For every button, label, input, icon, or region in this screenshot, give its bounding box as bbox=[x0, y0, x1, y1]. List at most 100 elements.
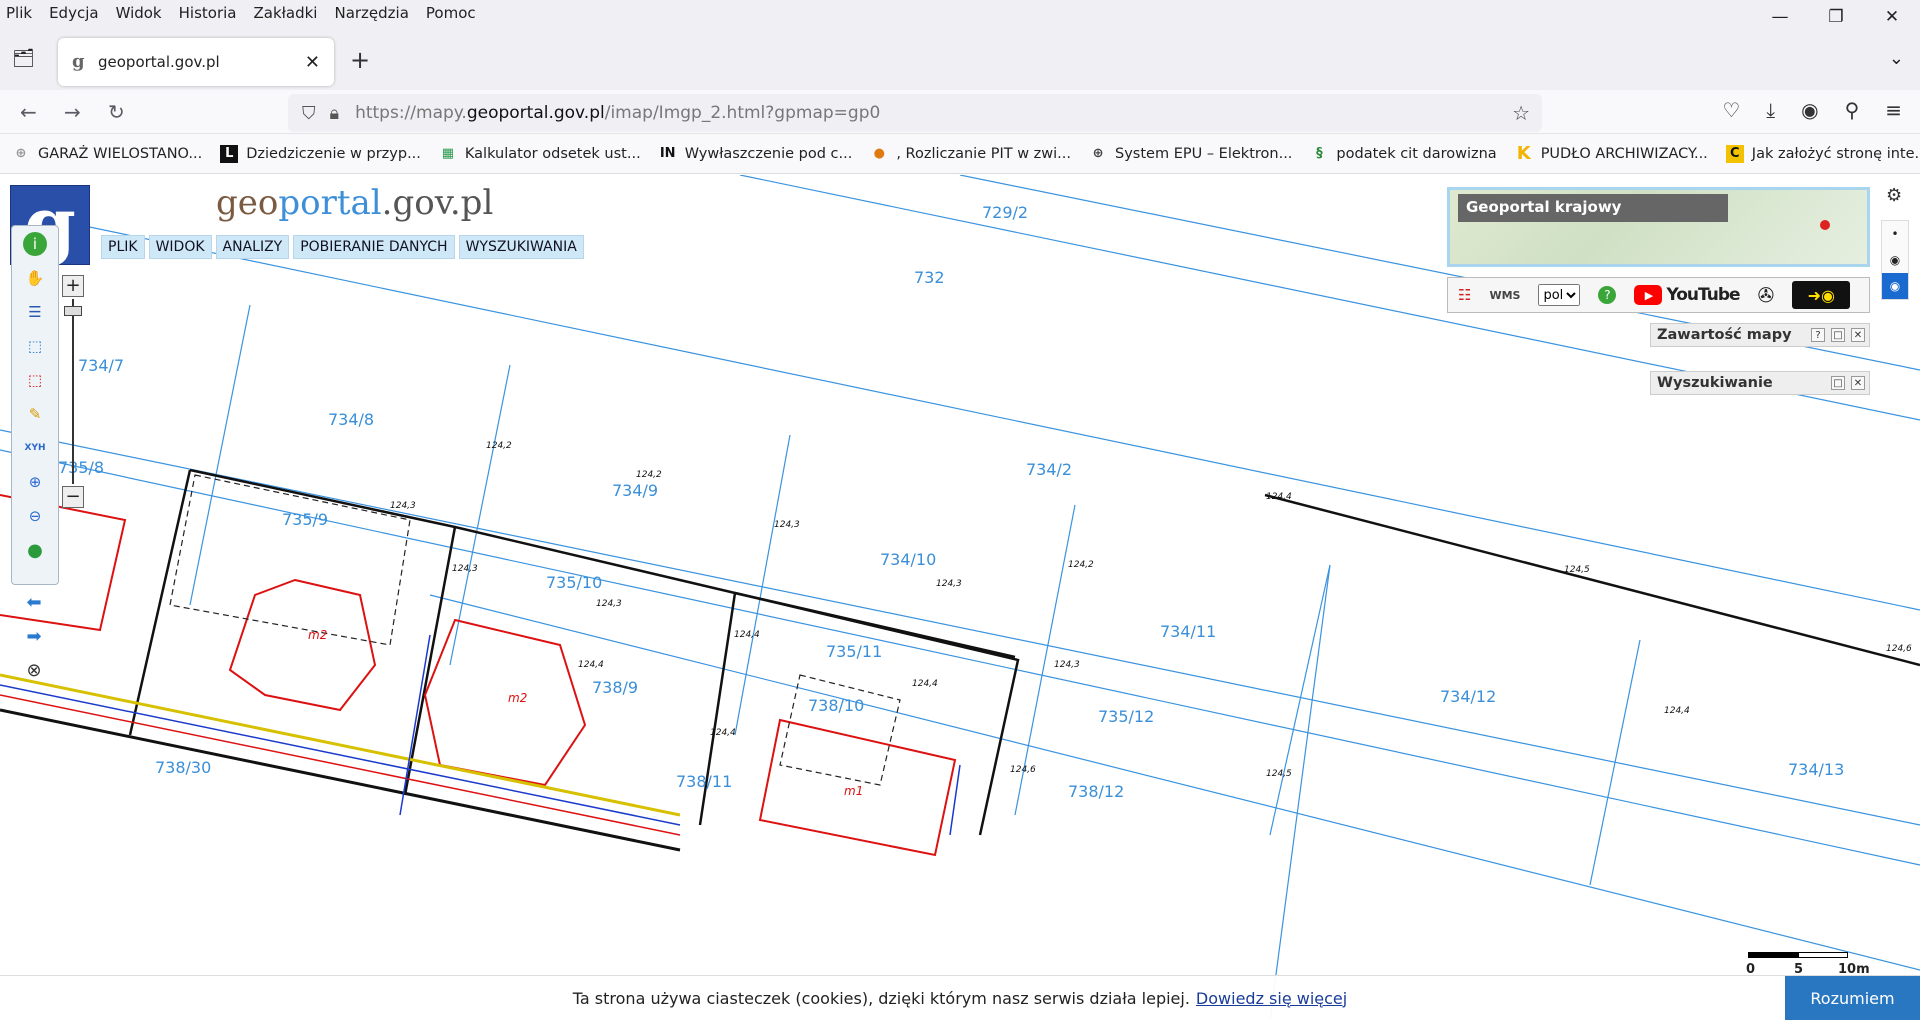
youtube-link[interactable]: ▶ YouTube bbox=[1634, 285, 1741, 305]
language-select[interactable]: pol bbox=[1538, 284, 1581, 306]
map-contents-panel[interactable]: Zawartość mapy ? □ ✕ bbox=[1650, 323, 1870, 347]
property-boundaries bbox=[128, 468, 1920, 836]
close-tab-icon[interactable]: ✕ bbox=[305, 52, 320, 73]
scale-segment bbox=[1748, 952, 1798, 958]
select-object-icon[interactable]: ⬚ bbox=[23, 368, 47, 392]
back-icon[interactable]: ← bbox=[20, 100, 37, 124]
menu-edit[interactable]: Edycja bbox=[49, 4, 98, 22]
close-icon[interactable]: ✕ bbox=[1851, 376, 1865, 390]
wms-icon[interactable]: WMS bbox=[1489, 289, 1520, 302]
info-icon[interactable]: i bbox=[23, 232, 47, 256]
bookmark-item[interactable]: ▦ Kalkulator odsetek ust... bbox=[439, 145, 641, 163]
parcel-label: 735/11 bbox=[826, 642, 882, 661]
forward-icon[interactable]: → bbox=[64, 100, 81, 124]
youtube-label: YouTube bbox=[1666, 285, 1740, 305]
legend-list-icon[interactable]: ☰ bbox=[23, 300, 47, 324]
zoom-out-icon[interactable]: ⊖ bbox=[23, 504, 47, 528]
bookmark-item[interactable]: K PUDŁO ARCHIWIZACY... bbox=[1515, 143, 1708, 164]
globe-full-extent-icon[interactable]: ● bbox=[23, 538, 47, 562]
zoom-slider[interactable]: + − bbox=[62, 275, 86, 510]
lock-icon[interactable]: 🔒︎ bbox=[330, 103, 340, 124]
app-menu: PLIK WIDOK ANALIZY POBIERANIE DANYCH WYS… bbox=[101, 235, 584, 259]
cookie-accept-button[interactable]: Rozumiem bbox=[1785, 976, 1920, 1020]
maximize-icon[interactable]: □ bbox=[1831, 328, 1845, 342]
menu-file[interactable]: Plik bbox=[6, 4, 32, 22]
chevron-down-icon[interactable]: ⌄ bbox=[1889, 48, 1904, 69]
parcel-label: 732 bbox=[914, 268, 945, 287]
cookie-learn-more-link[interactable]: Dowiedz się więcej bbox=[1196, 989, 1347, 1008]
bookmark-item[interactable]: C Jak założyć stronę inte... bbox=[1725, 144, 1920, 163]
panel-title: Zawartość mapy bbox=[1657, 327, 1792, 343]
cookie-text: Ta strona używa ciasteczek (cookies), dz… bbox=[572, 988, 1190, 1008]
accessibility-icon[interactable]: ✇ bbox=[1758, 283, 1775, 307]
app-menu-plik[interactable]: PLIK bbox=[101, 235, 145, 259]
zoom-knob[interactable] bbox=[64, 306, 82, 316]
clear-icon[interactable]: ⊗ bbox=[22, 658, 46, 682]
select-area-icon[interactable]: ⬚ bbox=[23, 334, 47, 358]
zoom-plus-button[interactable]: + bbox=[62, 275, 84, 297]
download-icon[interactable]: ⤓ bbox=[1766, 98, 1775, 122]
bookmark-label: , Rozliczanie PIT w zwi... bbox=[896, 145, 1072, 162]
menu-tools[interactable]: Narzędzia bbox=[334, 4, 408, 22]
elevation-label: 124,2 bbox=[636, 470, 662, 480]
bookmark-item[interactable]: ⊕ System EPU – Elektron... bbox=[1089, 145, 1293, 163]
account-icon[interactable]: ◉ bbox=[1801, 98, 1818, 122]
pencil-icon[interactable]: ✎ bbox=[23, 402, 47, 426]
bookmark-item[interactable]: § podatek cit darowizna bbox=[1310, 145, 1497, 163]
parcel-label: 734/8 bbox=[328, 410, 374, 429]
list-icon[interactable]: ☷ bbox=[1458, 286, 1471, 304]
gear-icon[interactable]: ⚙ bbox=[1886, 185, 1902, 206]
extensions-icon[interactable]: ⚲ bbox=[1845, 98, 1860, 122]
new-tab-icon[interactable]: + bbox=[350, 46, 370, 74]
zoom-in-icon[interactable]: ⊕ bbox=[23, 470, 47, 494]
reload-icon[interactable]: ↻ bbox=[108, 100, 125, 124]
menu-help[interactable]: Pomoc bbox=[426, 4, 476, 22]
tab-list-icon[interactable]: 🗂 bbox=[12, 48, 38, 70]
xyh-coordinates-icon[interactable]: XYH bbox=[23, 436, 47, 460]
url-text[interactable]: https://mapy.geoportal.gov.pl/imap/Imgp_… bbox=[355, 103, 880, 123]
next-view-icon[interactable]: ➡ bbox=[22, 624, 46, 648]
eye-icon[interactable]: ◉ bbox=[1882, 273, 1908, 299]
overview-minimap[interactable]: Geoportal krajowy bbox=[1447, 187, 1870, 267]
app-menu-pobieranie-danych[interactable]: POBIERANIE DANYCH bbox=[293, 235, 455, 259]
close-icon[interactable]: ✕ bbox=[1851, 328, 1865, 342]
help-icon[interactable]: ? bbox=[1811, 328, 1825, 342]
zoom-minus-button[interactable]: − bbox=[62, 486, 84, 508]
calculator-icon: ▦ bbox=[441, 146, 455, 161]
high-contrast-eye-icon[interactable]: ➜◉ bbox=[1792, 281, 1851, 309]
pocket-icon[interactable]: ♡ bbox=[1722, 98, 1740, 122]
url-bar[interactable]: ⛉ 🔒︎ https://mapy.geoportal.gov.pl/imap/… bbox=[288, 94, 1542, 132]
building-labels: m2 m2 m1 bbox=[308, 628, 863, 798]
bookmark-star-icon[interactable]: ☆ bbox=[1512, 101, 1530, 125]
menu-view[interactable]: Widok bbox=[116, 4, 162, 22]
search-panel[interactable]: Wyszukiwanie □ ✕ bbox=[1650, 371, 1870, 395]
bookmark-item[interactable]: ● , Rozliczanie PIT w zwi... bbox=[870, 145, 1071, 163]
nav-toolbar-right: ♡ ⤓ ◉ ⚲ ≡ bbox=[1722, 98, 1902, 122]
bookmarks-toolbar: ⊕ GARAŻ WIELOSTANO... L Dziedziczenie w pr… bbox=[0, 134, 1920, 174]
eye-small-icon[interactable]: ◉ bbox=[1882, 247, 1908, 273]
top-right-iconbar: ☷ WMS pol ? ▶ YouTube ✇ ➜◉ bbox=[1447, 277, 1870, 313]
pan-hand-icon[interactable]: ✋ bbox=[23, 266, 47, 290]
menu-bookmarks[interactable]: Zakładki bbox=[253, 4, 317, 22]
hamburger-menu-icon[interactable]: ≡ bbox=[1885, 98, 1902, 122]
tab-geoportal[interactable]: g geoportal.gov.pl ✕ bbox=[58, 38, 334, 86]
app-menu-wyszukiwania[interactable]: WYSZUKIWANIA bbox=[458, 235, 584, 259]
help-icon[interactable]: ? bbox=[1598, 286, 1617, 304]
bookmark-item[interactable]: IN Wywłaszczenie pod c... bbox=[659, 145, 853, 163]
zoom-track[interactable] bbox=[72, 299, 74, 484]
app-menu-widok[interactable]: WIDOK bbox=[148, 235, 212, 259]
utility-lines bbox=[0, 634, 961, 852]
elevation-label: 124,5 bbox=[1564, 565, 1590, 575]
bookmark-label: Kalkulator odsetek ust... bbox=[464, 145, 641, 162]
tab-bar: 🗂 g geoportal.gov.pl ✕ + ⌄ bbox=[0, 26, 1920, 90]
bookmark-item[interactable]: L Dziedziczenie w przyp... bbox=[220, 144, 421, 163]
maximize-icon[interactable]: □ bbox=[1831, 376, 1845, 390]
paragraph-icon: § bbox=[1316, 146, 1323, 161]
menu-history[interactable]: Historia bbox=[179, 4, 237, 22]
bookmark-item[interactable]: ⊕ GARAŻ WIELOSTANO... bbox=[12, 145, 203, 163]
dot-icon[interactable]: • bbox=[1882, 221, 1908, 247]
app-menu-analizy[interactable]: ANALIZY bbox=[215, 235, 290, 259]
shield-icon[interactable]: ⛉ bbox=[302, 103, 316, 124]
previous-view-icon[interactable]: ⬅ bbox=[22, 590, 46, 614]
map-viewport[interactable]: 729/2 732 734/7 734/8 735/8 734/9 734/2 … bbox=[0, 175, 1920, 1020]
